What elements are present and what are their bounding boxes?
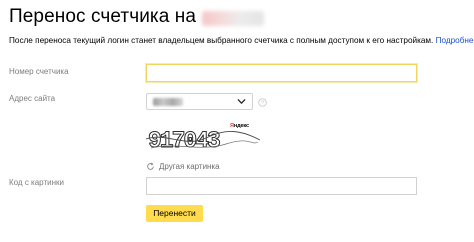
refresh-captcha-link[interactable]: Другая картинка [146, 160, 220, 172]
site-address-label: Адрес сайта [9, 94, 56, 103]
captcha-code-label: Код с картинки [9, 178, 64, 187]
counter-number-input[interactable] [146, 64, 417, 82]
page-header: Перенос счетчика на [9, 5, 265, 29]
info-message: После переноса текущий логин станет влад… [9, 36, 434, 45]
transfer-button[interactable]: Перенести [146, 205, 203, 222]
refresh-captcha-label: Другая картинка [159, 161, 220, 171]
svg-text:?: ? [261, 101, 264, 107]
blurred-site-name [202, 11, 265, 26]
chevron-down-icon [237, 99, 246, 104]
question-circle-icon[interactable]: ? [258, 98, 267, 107]
info-text: После переноса текущий логин станет влад… [9, 35, 474, 47]
more-link[interactable]: Подробнее [436, 36, 474, 45]
counter-number-label: Номер счетчика [9, 67, 69, 76]
transfer-counter-page: Перенос счетчика на После переноса текущ… [0, 0, 474, 242]
captcha-code-input[interactable] [146, 177, 417, 195]
site-address-select[interactable] [146, 93, 253, 110]
site-address-value [153, 98, 183, 106]
refresh-icon [147, 162, 154, 170]
page-title: Перенос счетчика на [9, 6, 197, 27]
captcha-brand-logo: Яндекс [230, 123, 249, 129]
